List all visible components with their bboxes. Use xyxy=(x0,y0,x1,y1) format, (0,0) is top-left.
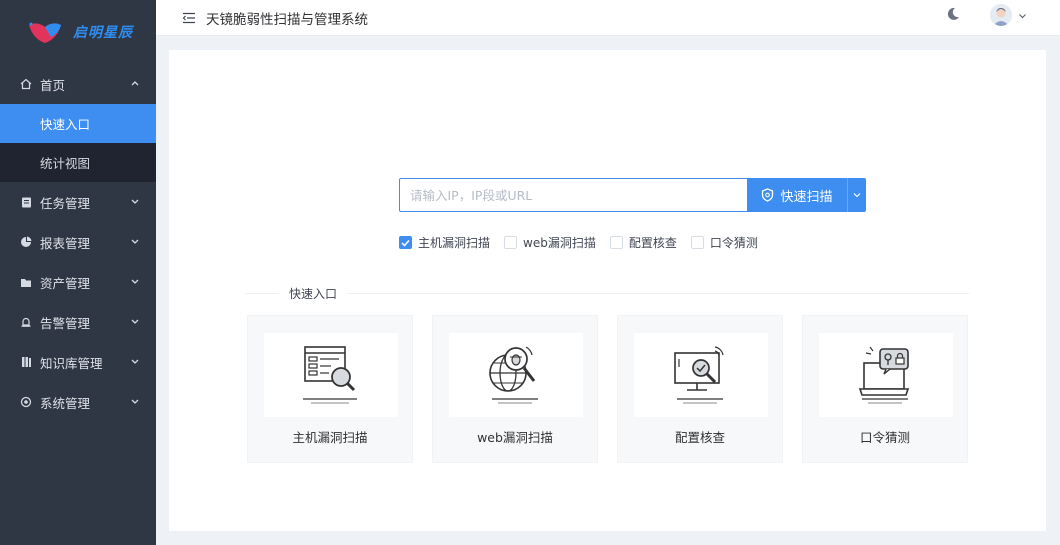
option-label: 口令猜测 xyxy=(709,236,758,250)
chevron-up-icon xyxy=(131,81,139,86)
menu-fold-icon[interactable] xyxy=(182,12,196,24)
host-scan-icon xyxy=(303,346,357,404)
checkbox-unchecked[interactable] xyxy=(609,236,623,249)
option-host-vuln-scan[interactable]: 主机漏洞扫描 xyxy=(399,234,490,251)
option-label: 配置核查 xyxy=(628,236,677,250)
pie-chart-icon xyxy=(20,236,32,248)
brand-logo[interactable]: 启明星辰 xyxy=(0,0,156,64)
chevron-down-icon xyxy=(131,199,139,204)
option-config-check[interactable]: 配置核查 xyxy=(609,234,677,251)
checkbox-checked[interactable] xyxy=(399,236,412,249)
tile-label: 主机漏洞扫描 xyxy=(292,430,368,445)
section-divider xyxy=(245,293,969,294)
sidebar-item-label: 资产管理 xyxy=(40,275,91,291)
quick-entry-tiles: 主机漏洞扫描 web漏洞扫描 配置核查 口令猜测 xyxy=(247,315,968,463)
sidebar-item-reports[interactable]: 报表管理 xyxy=(0,222,156,262)
chevron-down-icon xyxy=(853,193,861,198)
logo-text: 启明星辰 xyxy=(73,25,133,41)
sidebar: 启明星辰 首页 快速入口 统计视图 任务管理 报表管理 资产管理 告警管理 知识… xyxy=(0,0,156,545)
sidebar-item-alerts[interactable]: 告警管理 xyxy=(0,302,156,342)
tile-image xyxy=(264,333,398,417)
option-label: 主机漏洞扫描 xyxy=(418,236,491,250)
tile-password-guess[interactable]: 口令猜测 xyxy=(802,315,968,463)
book-icon xyxy=(20,356,32,368)
shield-icon xyxy=(762,188,774,202)
tile-config-check[interactable]: 配置核查 xyxy=(617,315,783,463)
sidebar-item-label: 知识库管理 xyxy=(40,355,103,371)
main-card: 快速扫描 主机漏洞扫描 web漏洞扫描 配置核查 口令猜测 快速入口 xyxy=(169,50,1046,531)
option-web-vuln-scan[interactable]: web漏洞扫描 xyxy=(504,234,596,251)
sidebar-subitem-quick-entry[interactable]: 快速入口 xyxy=(0,104,156,143)
quick-scan-bar: 快速扫描 xyxy=(399,178,866,212)
tile-label: 口令猜测 xyxy=(859,430,910,445)
checkbox-unchecked[interactable] xyxy=(690,236,704,249)
password-guess-icon xyxy=(858,346,910,404)
sidebar-item-label: 任务管理 xyxy=(40,195,91,211)
alarm-icon xyxy=(20,316,32,328)
sidebar-item-assets[interactable]: 资产管理 xyxy=(0,262,156,302)
section-title: 快速入口 xyxy=(279,285,348,302)
top-header: 天镜脆弱性扫描与管理系统 xyxy=(156,0,1060,36)
sidebar-item-system[interactable]: 系统管理 xyxy=(0,382,156,422)
web-scan-icon xyxy=(489,346,538,404)
tile-web-vuln-scan[interactable]: web漏洞扫描 xyxy=(432,315,598,463)
option-label: web漏洞扫描 xyxy=(523,236,596,250)
dark-mode-icon[interactable] xyxy=(945,6,961,22)
target-search-input[interactable] xyxy=(399,178,747,212)
chevron-down-icon xyxy=(131,279,139,284)
sidebar-item-label: 报表管理 xyxy=(40,235,91,251)
sidebar-subitem-stats-view[interactable]: 统计视图 xyxy=(0,143,156,182)
tile-image xyxy=(819,333,953,417)
clipboard-icon xyxy=(20,196,32,208)
tile-image xyxy=(449,333,583,417)
option-password-guess[interactable]: 口令猜测 xyxy=(690,234,758,251)
sidebar-item-label: 告警管理 xyxy=(40,315,91,331)
checkbox-unchecked[interactable] xyxy=(504,236,518,249)
chevron-down-icon xyxy=(131,239,139,244)
sidebar-item-tasks[interactable]: 任务管理 xyxy=(0,182,156,222)
chevron-down-icon xyxy=(131,399,139,404)
scan-options-dropdown[interactable] xyxy=(847,178,866,212)
settings-icon xyxy=(20,396,32,408)
tile-image xyxy=(634,333,768,417)
sidebar-item-label: 系统管理 xyxy=(40,395,91,411)
scan-type-options: 主机漏洞扫描 web漏洞扫描 配置核查 口令猜测 xyxy=(399,234,772,251)
quick-scan-button[interactable]: 快速扫描 xyxy=(747,178,847,212)
tile-label: web漏洞扫描 xyxy=(477,430,553,445)
sidebar-item-label: 首页 xyxy=(40,77,66,93)
chevron-down-icon xyxy=(131,359,139,364)
logo-mark-icon xyxy=(29,22,61,43)
sidebar-item-home[interactable]: 首页 xyxy=(0,64,156,104)
tile-host-vuln-scan[interactable]: 主机漏洞扫描 xyxy=(247,315,413,463)
sidebar-item-knowledge[interactable]: 知识库管理 xyxy=(0,342,156,382)
tile-label: 配置核查 xyxy=(674,430,725,445)
chevron-down-icon xyxy=(131,319,139,324)
config-check-icon xyxy=(674,346,724,404)
page-title: 天镜脆弱性扫描与管理系统 xyxy=(206,11,368,28)
folder-icon xyxy=(20,276,32,288)
user-avatar-icon xyxy=(990,4,1012,26)
home-icon xyxy=(20,78,32,90)
avatar[interactable] xyxy=(990,4,1012,26)
chevron-down-icon[interactable] xyxy=(1018,12,1027,20)
check-icon xyxy=(401,239,410,247)
home-submenu: 快速入口 统计视图 xyxy=(0,104,156,182)
quick-scan-label: 快速扫描 xyxy=(780,188,833,204)
